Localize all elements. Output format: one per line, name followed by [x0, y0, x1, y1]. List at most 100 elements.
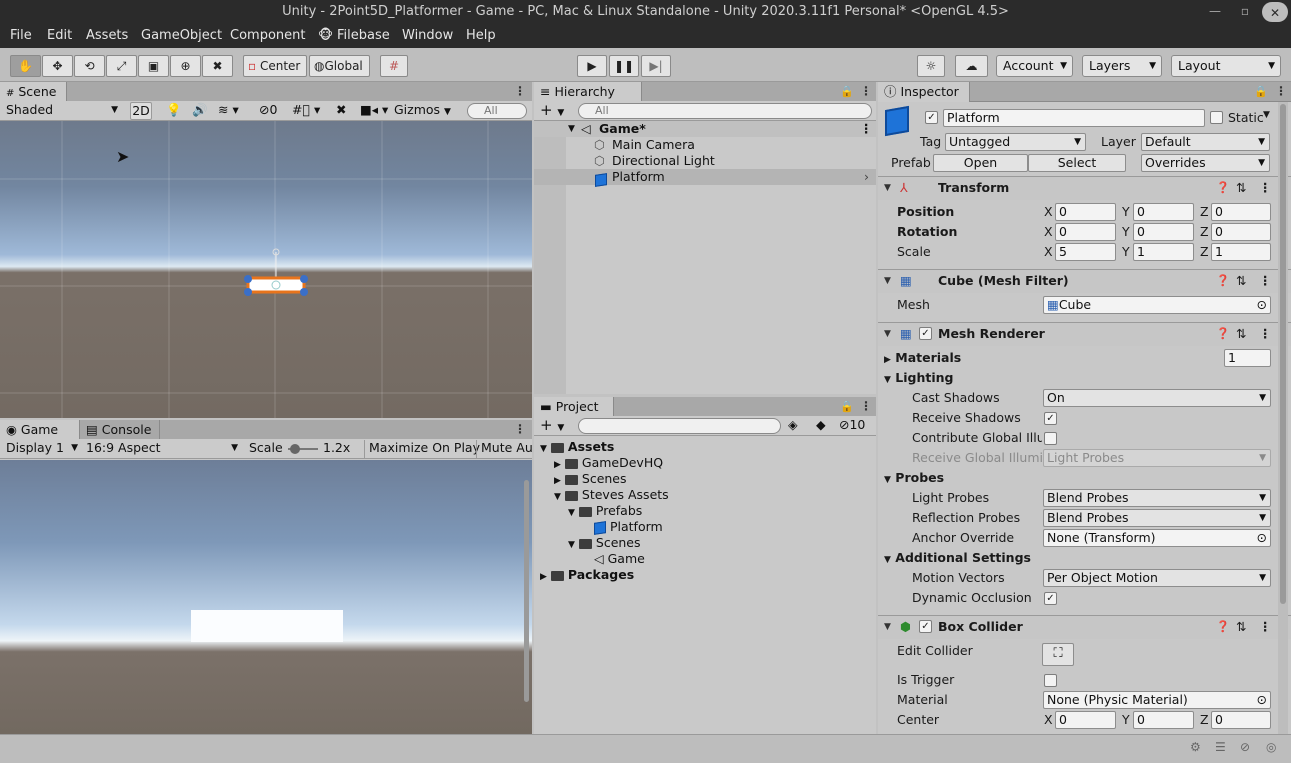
materials-foldout[interactable]: ▶ Materials [884, 350, 961, 365]
kebab-menu-icon[interactable]: ⋮ [1259, 177, 1272, 199]
layout-dropdown[interactable]: Layout ▼ [1171, 55, 1281, 77]
audio-icon[interactable]: 🔊 [192, 102, 208, 120]
cloud-icon[interactable]: ☁ [955, 55, 988, 77]
game-viewport[interactable] [0, 460, 532, 734]
scale-x-field[interactable]: 5 [1055, 243, 1116, 261]
position-z-field[interactable]: 0 [1211, 203, 1271, 221]
kebab-menu-icon[interactable]: ⋮ [1259, 616, 1272, 638]
folder-assets[interactable]: ▼ Assets [540, 439, 614, 455]
expand-arrow-icon[interactable]: ▼ [568, 508, 575, 518]
aspect-dropdown[interactable]: 16:9 Aspect ▼ [86, 440, 240, 458]
add-icon[interactable]: + ▼ [540, 102, 564, 120]
scene-search-input[interactable]: All [467, 103, 527, 119]
additional-settings-foldout[interactable]: ▼ Additional Settings [884, 550, 1031, 565]
lock-icon[interactable]: 🔒 [840, 400, 854, 413]
help-icon[interactable]: ❓ [1216, 323, 1230, 345]
chevron-right-icon[interactable]: › [864, 169, 869, 185]
expand-arrow-icon[interactable]: ▼ [540, 444, 547, 454]
folder-packages[interactable]: ▶ Packages [540, 567, 634, 583]
menu-gameobject[interactable]: GameObject [141, 28, 222, 46]
tab-scene[interactable]: # Scene [0, 82, 67, 102]
kebab-menu-icon[interactable]: ⋮ [514, 84, 526, 98]
grid-snap-icon[interactable]: # [380, 55, 408, 77]
2d-toggle[interactable]: 2D [130, 102, 152, 120]
pause-button[interactable]: ❚❚ [609, 55, 639, 77]
gizmos-dropdown[interactable]: Gizmos ▼ [394, 102, 458, 120]
project-search-input[interactable] [578, 418, 781, 434]
box-collider-header[interactable]: ▼ ⬢ ✓ Box Collider ❓ ⇅ ⋮ [878, 615, 1291, 639]
collapse-arrow-icon[interactable]: ▶ [554, 460, 561, 470]
hierarchy-search-input[interactable]: All [578, 103, 872, 119]
dynamic-occlusion-checkbox[interactable]: ✓ [1044, 592, 1057, 605]
filter-label-icon[interactable]: ◆ [816, 417, 826, 435]
scale-z-field[interactable]: 1 [1211, 243, 1271, 261]
physic-material-field[interactable]: None (Physic Material) ⊙ [1043, 691, 1271, 709]
center-x-field[interactable]: 0 [1055, 711, 1116, 729]
preset-icon[interactable]: ⇅ [1236, 616, 1246, 638]
close-icon[interactable]: ✕ [1262, 2, 1288, 22]
kebab-menu-icon[interactable]: ⋮ [860, 121, 873, 137]
cast-shadows-dropdown[interactable]: On ▼ [1043, 389, 1271, 407]
custom-tool-icon[interactable]: ✖ [202, 55, 233, 77]
preset-icon[interactable]: ⇅ [1236, 177, 1246, 199]
collapse-arrow-icon[interactable]: ▶ [554, 476, 561, 486]
materials-count-field[interactable]: 1 [1224, 349, 1271, 367]
account-dropdown[interactable]: Account ▼ [996, 55, 1073, 77]
receive-shadows-checkbox[interactable]: ✓ [1044, 412, 1057, 425]
hidden-packages-icon[interactable]: ⊘10 [839, 417, 865, 435]
play-button[interactable]: ▶ [577, 55, 607, 77]
kebab-menu-icon[interactable]: ⋮ [860, 84, 872, 98]
bake-icon[interactable]: ⚙ [1190, 740, 1201, 754]
menu-assets[interactable]: Assets [86, 28, 128, 46]
expand-arrow-icon[interactable]: ▼ [884, 270, 891, 292]
menu-filebase[interactable]: Filebase [337, 28, 390, 46]
transform-tool-icon[interactable]: ⊕ [170, 55, 201, 77]
lock-icon[interactable]: 🔒 [1254, 85, 1268, 98]
expand-arrow-icon[interactable]: ▼ [884, 323, 891, 345]
center-z-field[interactable]: 0 [1211, 711, 1271, 729]
folder-scenes[interactable]: ▶ Scenes [554, 471, 627, 487]
folder-scenes-sub[interactable]: ▼ Scenes [568, 535, 641, 551]
hierarchy-item-main-camera[interactable]: ⬡ Main Camera [534, 137, 876, 153]
help-icon[interactable]: ❓ [1216, 270, 1230, 292]
global-local-toggle[interactable]: ◍Global [309, 55, 370, 77]
scene-row[interactable]: ▼ ◁ Game* ⋮ [534, 121, 876, 137]
hierarchy-item-directional-light[interactable]: ⬡ Directional Light [534, 153, 876, 169]
scale-y-field[interactable]: 1 [1133, 243, 1194, 261]
pivot-center-toggle[interactable]: ▫ Center [243, 55, 307, 77]
probes-foldout[interactable]: ▼ Probes [884, 470, 944, 485]
cache-icon[interactable]: ☰ [1215, 740, 1226, 754]
prefab-select-button[interactable]: Select [1028, 154, 1126, 172]
menu-edit[interactable]: Edit [47, 28, 72, 46]
center-y-field[interactable]: 0 [1133, 711, 1194, 729]
kebab-menu-icon[interactable]: ⋮ [514, 422, 526, 436]
help-icon[interactable]: ❓ [1216, 177, 1230, 199]
tab-project[interactable]: ▬ Project [534, 397, 614, 417]
vertical-scrollbar[interactable] [524, 480, 529, 702]
mesh-filter-header[interactable]: ▼ ▦ Cube (Mesh Filter) ❓ ⇅ ⋮ [878, 269, 1291, 293]
tag-dropdown[interactable]: Untagged ▼ [945, 133, 1086, 151]
hierarchy-item-platform[interactable]: Platform › [534, 169, 876, 187]
lighting-icon[interactable]: 💡 [166, 102, 182, 120]
scale-slider-thumb[interactable] [290, 444, 300, 454]
debug-icon[interactable]: ⊘ [1240, 740, 1250, 754]
expand-arrow-icon[interactable]: ▼ [554, 492, 561, 502]
collapse-arrow-icon[interactable]: ▶ [540, 572, 547, 582]
minimize-icon[interactable]: — [1200, 0, 1230, 24]
tab-inspector[interactable]: ⓘ Inspector [878, 82, 970, 102]
scene-viewport[interactable]: ➤ [0, 121, 532, 418]
transform-header[interactable]: ▼ ⅄ Transform ❓ ⇅ ⋮ [878, 176, 1291, 200]
chevron-down-icon[interactable]: ▼ [1263, 110, 1270, 120]
layer-dropdown[interactable]: Default ▼ [1141, 133, 1270, 151]
motion-vectors-dropdown[interactable]: Per Object Motion ▼ [1043, 569, 1271, 587]
kebab-menu-icon[interactable]: ⋮ [1259, 323, 1272, 345]
tab-game[interactable]: ◉ Game [0, 420, 80, 440]
tab-console[interactable]: ▤ Console [80, 420, 160, 440]
scale-tool-icon[interactable]: ⤢ [106, 55, 137, 77]
display-dropdown[interactable]: Display 1 ▼ [6, 440, 80, 458]
rotation-z-field[interactable]: 0 [1211, 223, 1271, 241]
help-icon[interactable]: ❓ [1216, 616, 1230, 638]
static-checkbox[interactable] [1210, 111, 1223, 124]
is-trigger-checkbox[interactable] [1044, 674, 1057, 687]
mesh-renderer-header[interactable]: ▼ ▦ ✓ Mesh Renderer ❓ ⇅ ⋮ [878, 322, 1291, 346]
